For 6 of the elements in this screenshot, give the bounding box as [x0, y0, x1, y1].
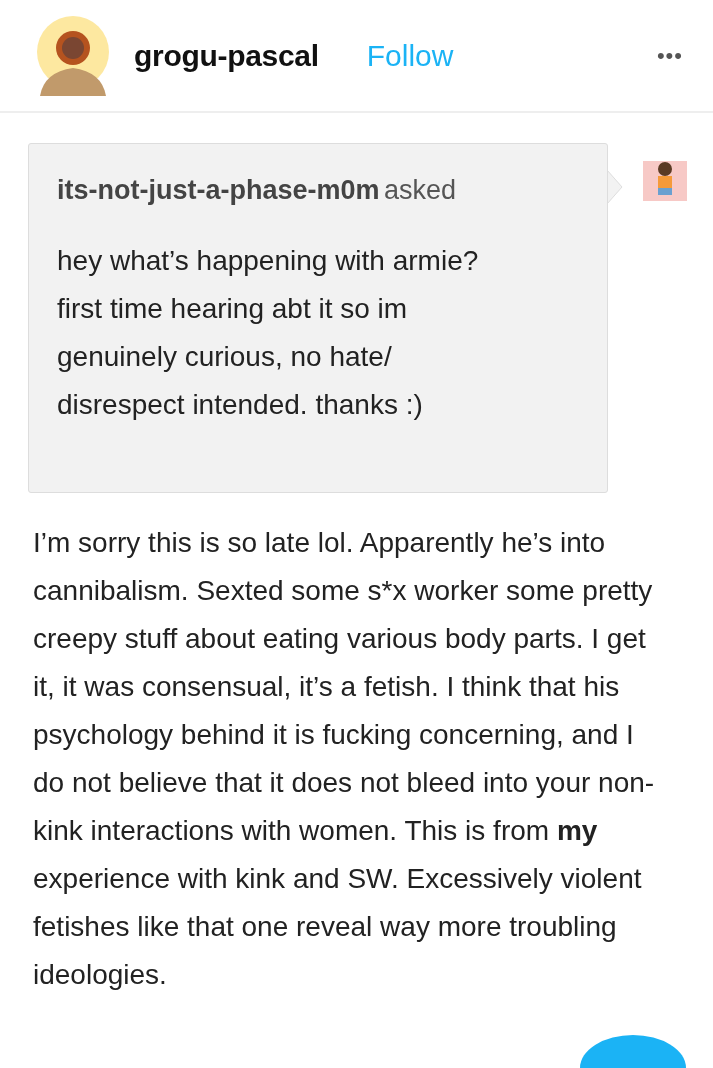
answer-text: I’m sorry this is so late lol. Apparently he’s into cannibalism. Sexted some s*x worker some pretty creepy stuff about eating various body parts. I get it, it was consensual, it’s a fetish. I think that his psychology behind it is fucking concerning, and I do not believe that it does not bleed into your non-kink interactions with women. This is from my experience with kink and SW. Excessively violent fetishes like that one reveal way more troubling ideologies. [32, 526, 656, 992]
question-text: hey what’s happening with armie? first time hearing abt it so im genuinely curious, no hate/ disrespect intended. thanks :) [57, 243, 480, 422]
more-button[interactable]: ••• [656, 39, 683, 72]
asked-label: asked [384, 175, 457, 205]
blog-name[interactable]: grogu-pascal [134, 33, 319, 78]
asker-name[interactable]: its-not-just-a-phase-m0m [57, 175, 380, 205]
